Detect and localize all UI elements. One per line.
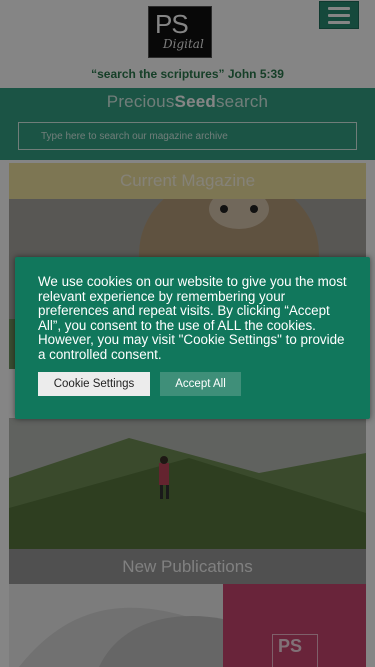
cookie-settings-button[interactable]: Cookie Settings: [38, 372, 150, 396]
accept-all-button[interactable]: Accept All: [160, 372, 241, 396]
cookie-consent-banner: We use cookies on our website to give yo…: [15, 257, 370, 419]
cookie-message: We use cookies on our website to give yo…: [38, 274, 347, 362]
